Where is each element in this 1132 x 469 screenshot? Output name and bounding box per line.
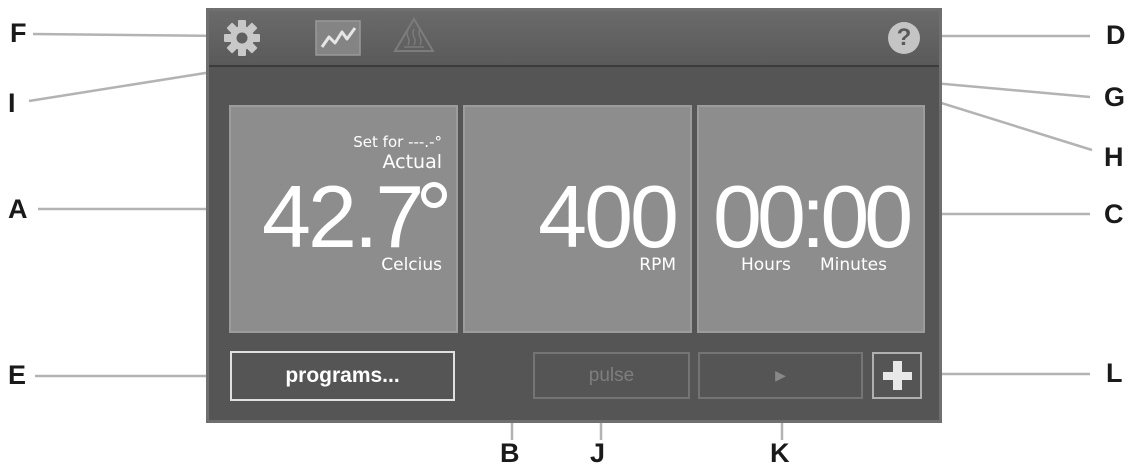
callout-h: H xyxy=(1104,142,1124,172)
play-icon: ▶ xyxy=(775,367,786,384)
callout-f: F xyxy=(10,18,27,48)
callout-a: A xyxy=(8,194,28,224)
rpm-label: RPM xyxy=(639,255,676,275)
callout-i: I xyxy=(8,88,16,118)
hot-surface-warning-icon xyxy=(393,16,435,54)
help-glyph: ? xyxy=(896,24,912,51)
plus-icon xyxy=(883,361,912,390)
timer-value: 00:00 xyxy=(713,167,913,266)
hours-label: Hours xyxy=(741,255,791,275)
callout-c: C xyxy=(1104,199,1124,229)
speed-value: 400 xyxy=(538,167,679,266)
add-time-button[interactable] xyxy=(872,352,922,399)
speed-tile[interactable]: 400 RPM xyxy=(463,105,692,333)
set-for-label: Set for ---.-° xyxy=(353,133,442,151)
pulse-label: pulse xyxy=(588,364,635,386)
gear-icon[interactable] xyxy=(223,19,261,57)
programs-label: programs... xyxy=(285,364,400,387)
callout-j: J xyxy=(590,438,606,468)
programs-button[interactable]: programs... xyxy=(230,351,455,401)
timer-tile[interactable]: 00:00 Hours Minutes xyxy=(697,105,925,333)
callout-d: D xyxy=(1106,20,1126,50)
minutes-label: Minutes xyxy=(820,255,887,275)
celcius-label: Celcius xyxy=(381,255,442,275)
pulse-button[interactable]: pulse xyxy=(533,352,690,399)
callout-g: G xyxy=(1104,82,1126,112)
callout-k: K xyxy=(770,438,790,468)
device-screen: ? Set for ---.-° Actual 42.7 Celcius 400… xyxy=(206,8,942,423)
leader-f xyxy=(32,32,229,38)
callout-b: B xyxy=(500,438,520,468)
callout-e: E xyxy=(8,360,27,390)
top-toolbar: ? xyxy=(209,11,939,67)
degree-symbol xyxy=(421,182,447,208)
temperature-tile[interactable]: Set for ---.-° Actual 42.7 Celcius xyxy=(229,105,458,333)
graph-icon[interactable] xyxy=(315,20,361,56)
temperature-value: 42.7 xyxy=(262,167,424,266)
help-icon[interactable]: ? xyxy=(888,22,920,54)
start-button[interactable]: ▶ xyxy=(698,352,863,399)
callout-l: L xyxy=(1106,358,1123,388)
